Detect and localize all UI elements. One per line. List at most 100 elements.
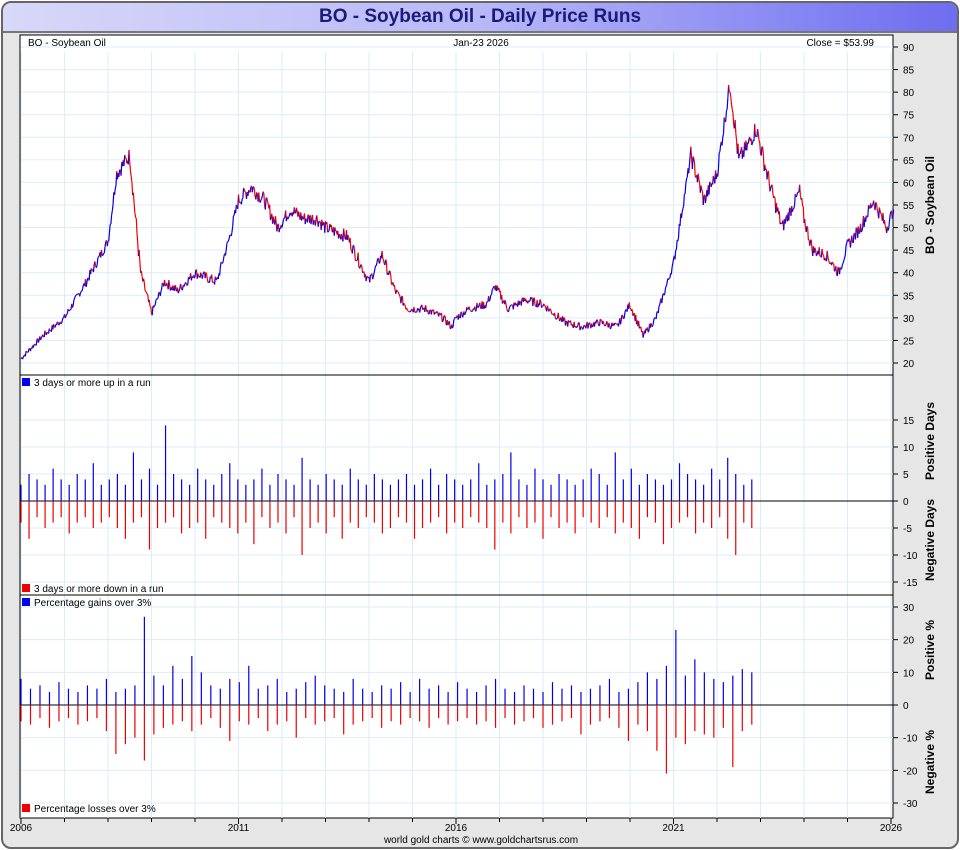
price-segment [140, 270, 143, 277]
price-segment [675, 239, 678, 250]
price-segment [375, 262, 378, 266]
price-segment [461, 315, 464, 318]
y-tick-label: -15 [903, 578, 918, 589]
price-segment [857, 226, 860, 234]
price-segment [848, 238, 851, 241]
price-segment [108, 232, 111, 242]
price-segment [143, 282, 146, 290]
price-segment [501, 301, 504, 304]
price-segment [393, 284, 396, 291]
price-segment [680, 211, 683, 219]
price-segment [424, 305, 427, 310]
price-segment [97, 256, 100, 259]
price-segment [665, 283, 668, 287]
price-segment [75, 294, 78, 296]
runs-ylabel-pos: Positive Days [923, 402, 937, 480]
price-segment [468, 306, 471, 311]
price-segment [504, 300, 507, 305]
price-segment [751, 142, 754, 146]
price-segment [264, 198, 267, 210]
price-segment [806, 225, 809, 228]
price-segment [211, 274, 213, 283]
price-segment [228, 235, 231, 239]
price-segment [730, 97, 733, 105]
y-tick-label: 10 [903, 443, 915, 454]
price-segment [730, 104, 733, 110]
price-segment [559, 318, 561, 322]
price-segment [136, 233, 139, 243]
y-tick-label: 75 [903, 111, 915, 122]
price-segment [459, 311, 462, 318]
price-segment [281, 223, 284, 228]
price-segment [585, 324, 588, 329]
price-segment [476, 302, 479, 308]
price-segment [831, 261, 834, 264]
price-segment [428, 309, 431, 315]
price-segment [870, 205, 873, 208]
price-segment [168, 279, 171, 286]
price-segment [151, 305, 154, 316]
price-segment [492, 286, 495, 289]
price-segment [685, 178, 688, 184]
price-segment [269, 216, 272, 220]
price-segment [674, 250, 677, 260]
price-segment [485, 303, 488, 308]
y-tick-label: 65 [903, 156, 915, 167]
y-tick-label: 0 [903, 497, 909, 508]
price-segment [226, 241, 229, 244]
price-segment [350, 249, 353, 251]
price-segment [142, 278, 145, 283]
price-segment [507, 309, 510, 313]
price-segment [603, 323, 606, 327]
price-segment [69, 308, 72, 311]
price-segment [398, 293, 400, 296]
price-segment [573, 321, 576, 328]
price-segment [427, 309, 430, 315]
price-segment [40, 337, 42, 341]
price-segment [166, 282, 169, 286]
price-segment [859, 223, 862, 233]
price-segment [712, 175, 715, 180]
price-segment [104, 241, 107, 247]
price-segment [355, 259, 358, 262]
price-segment [357, 252, 360, 268]
price-segment [888, 221, 891, 229]
price-segment [617, 322, 620, 327]
price-segment [804, 219, 807, 228]
price-segment [61, 320, 63, 324]
price-segment [174, 284, 177, 289]
price-segment [875, 203, 878, 210]
price-segment [879, 211, 882, 214]
price-segment [403, 302, 406, 305]
price-segment [27, 348, 30, 353]
price-segment [667, 278, 670, 281]
y-tick-label: 90 [903, 43, 915, 54]
price-segment [202, 271, 205, 275]
price-segment [390, 275, 393, 285]
price-segment [135, 218, 138, 234]
price-segment [154, 300, 157, 306]
price-segment [381, 251, 384, 259]
price-segment [824, 257, 827, 261]
price-segment [688, 155, 691, 165]
price-segment [397, 291, 400, 294]
price-segment [81, 288, 84, 292]
price-segment [369, 274, 372, 283]
price-segment [161, 282, 163, 290]
price-segment [575, 326, 578, 329]
price-segment [301, 215, 304, 220]
price-segment [259, 199, 262, 203]
price-segment [385, 259, 387, 262]
price-segment [372, 272, 375, 277]
price-segment [505, 304, 508, 309]
price-segment [79, 292, 82, 297]
price-segment [833, 269, 836, 272]
price-segment [567, 320, 570, 323]
price-segment [892, 209, 895, 218]
price-segment [365, 276, 368, 282]
price-segment [726, 97, 729, 110]
price-segment [746, 142, 749, 151]
price-segment [757, 128, 759, 135]
price-segment [875, 202, 877, 204]
price-segment [334, 227, 337, 231]
